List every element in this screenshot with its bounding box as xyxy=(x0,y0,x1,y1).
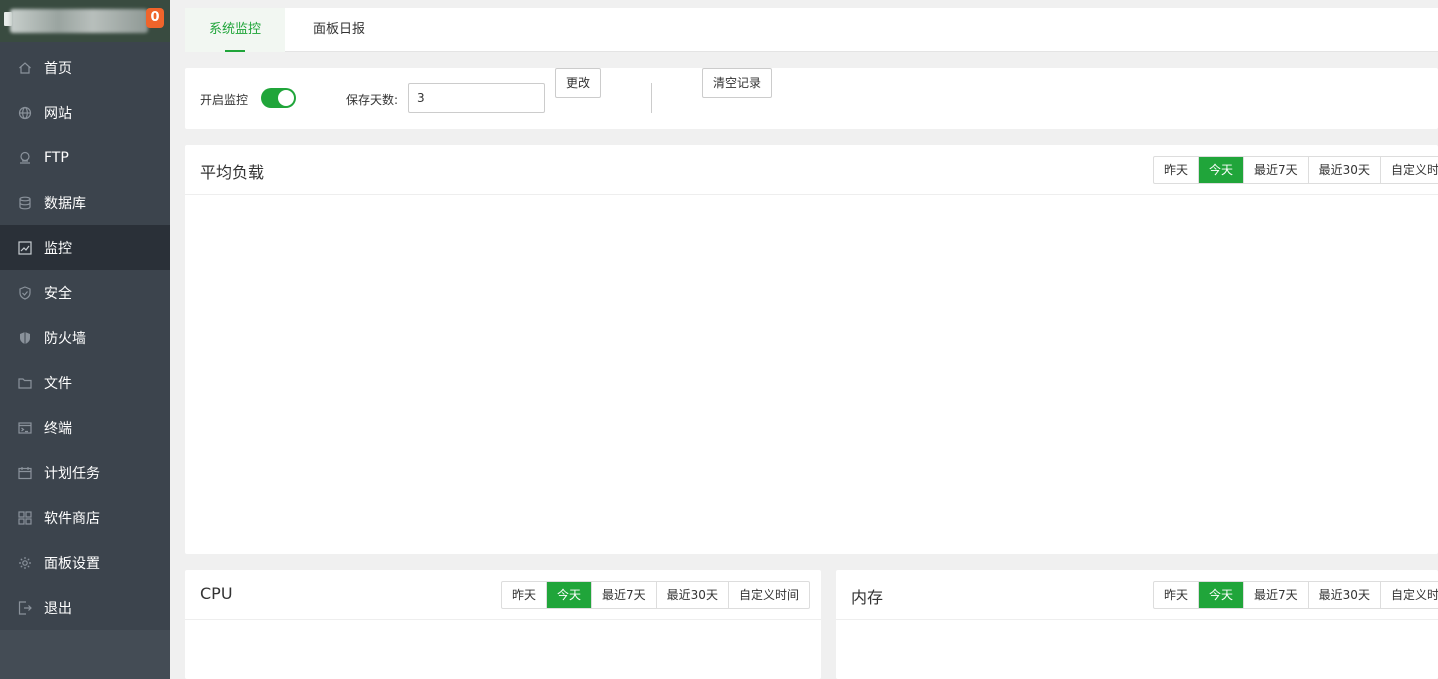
range-30days[interactable]: 最近30天 xyxy=(657,582,729,608)
range-30days[interactable]: 最近30天 xyxy=(1309,582,1381,608)
panel-title: 内存 xyxy=(851,588,884,607)
sidebar-item-monitor[interactable]: 监控 xyxy=(0,225,170,270)
sidebar-item-label: 退出 xyxy=(44,600,72,617)
range-custom[interactable]: 自定义时间 xyxy=(1381,157,1438,183)
range-yesterday[interactable]: 昨天 xyxy=(1154,582,1200,608)
time-range-selector: 昨天 今天 最近7天 最近30天 自定义时间 xyxy=(1153,156,1438,184)
memory-chart-area xyxy=(836,621,1438,679)
sidebar-item-files[interactable]: 文件 xyxy=(0,360,170,405)
monitor-icon xyxy=(18,240,32,255)
tab-daily-report[interactable]: 面板日报 xyxy=(313,8,365,52)
terminal-icon xyxy=(18,421,32,435)
cpu-panel: CPU 昨天 今天 最近7天 最近30天 自定义时间 xyxy=(185,570,821,679)
clear-records-button[interactable]: 清空记录 xyxy=(702,68,772,98)
panel-header: 内存 昨天 今天 最近7天 最近30天 自定义时间 xyxy=(836,570,1438,620)
sidebar-header: 0 xyxy=(0,0,170,42)
change-button[interactable]: 更改 xyxy=(555,68,601,98)
sidebar-item-ftp[interactable]: FTP xyxy=(0,135,170,180)
toggle-knob xyxy=(278,90,294,106)
panel-header: CPU 昨天 今天 最近7天 最近30天 自定义时间 xyxy=(185,570,821,620)
sidebar-item-label: 网站 xyxy=(44,105,72,122)
sidebar-item-store[interactable]: 软件商店 xyxy=(0,495,170,540)
tab-bar: 系统监控 面板日报 xyxy=(185,8,1438,52)
gear-icon xyxy=(18,556,32,570)
sidebar-item-firewall[interactable]: 防火墙 xyxy=(0,315,170,360)
sidebar-item-label: 首页 xyxy=(44,60,72,77)
range-yesterday[interactable]: 昨天 xyxy=(502,582,548,608)
sidebar-item-label: 软件商店 xyxy=(44,510,100,527)
load-chart-area xyxy=(185,196,1438,554)
apps-icon xyxy=(18,510,32,525)
sidebar-item-logout[interactable]: 退出 xyxy=(0,585,170,630)
load-average-panel: 平均负载 昨天 今天 最近7天 最近30天 自定义时间 xyxy=(185,145,1438,554)
server-address-blurred xyxy=(10,9,148,33)
sidebar-item-label: 终端 xyxy=(44,420,72,437)
retention-days-input[interactable] xyxy=(408,83,545,113)
sidebar: 0 首页 网站 FTP 数据库 监控 安全 防火墙 文件 终端 计划任务 软件商… xyxy=(0,0,170,679)
cpu-chart-area xyxy=(185,621,821,679)
time-range-selector: 昨天 今天 最近7天 最近30天 自定义时间 xyxy=(501,581,810,609)
sidebar-item-website[interactable]: 网站 xyxy=(0,90,170,135)
sidebar-item-label: 防火墙 xyxy=(44,330,86,347)
range-7days[interactable]: 最近7天 xyxy=(1244,157,1309,183)
notification-badge[interactable]: 0 xyxy=(146,8,164,28)
globe-icon xyxy=(18,106,32,120)
firewall-icon xyxy=(18,331,32,345)
folder-icon xyxy=(18,376,32,390)
sidebar-item-label: 数据库 xyxy=(44,195,86,212)
calendar-icon xyxy=(18,466,32,480)
sidebar-item-label: 安全 xyxy=(44,285,72,302)
monitor-settings-bar: 开启监控 保存天数: 更改 清空记录 xyxy=(185,68,1438,129)
sidebar-menu: 首页 网站 FTP 数据库 监控 安全 防火墙 文件 终端 计划任务 软件商店 … xyxy=(0,45,170,630)
sidebar-item-home[interactable]: 首页 xyxy=(0,45,170,90)
tab-system-monitor[interactable]: 系统监控 xyxy=(185,8,285,52)
sidebar-footer xyxy=(0,630,170,679)
range-30days[interactable]: 最近30天 xyxy=(1309,157,1381,183)
enable-monitor-label: 开启监控 xyxy=(200,93,249,107)
memory-panel: 内存 昨天 今天 最近7天 最近30天 自定义时间 xyxy=(836,570,1438,679)
sidebar-item-label: FTP xyxy=(44,149,69,166)
panel-title: CPU xyxy=(200,584,233,603)
enable-monitor-toggle[interactable] xyxy=(261,88,296,108)
sidebar-item-terminal[interactable]: 终端 xyxy=(0,405,170,450)
divider xyxy=(651,83,652,113)
sidebar-item-label: 计划任务 xyxy=(44,465,100,482)
sidebar-item-cron[interactable]: 计划任务 xyxy=(0,450,170,495)
sidebar-item-settings[interactable]: 面板设置 xyxy=(0,540,170,585)
sidebar-item-security[interactable]: 安全 xyxy=(0,270,170,315)
range-yesterday[interactable]: 昨天 xyxy=(1154,157,1200,183)
time-range-selector: 昨天 今天 最近7天 最近30天 自定义时间 xyxy=(1153,581,1438,609)
panel-header: 平均负载 昨天 今天 最近7天 最近30天 自定义时间 xyxy=(185,145,1438,195)
sidebar-item-label: 面板设置 xyxy=(44,555,100,572)
range-custom[interactable]: 自定义时间 xyxy=(1381,582,1438,608)
shield-icon xyxy=(18,285,32,300)
retention-days-label: 保存天数: xyxy=(346,93,399,107)
range-custom[interactable]: 自定义时间 xyxy=(729,582,809,608)
panel-title: 平均负载 xyxy=(200,163,265,182)
sidebar-item-label: 监控 xyxy=(44,240,72,257)
ftp-icon xyxy=(18,151,32,165)
range-7days[interactable]: 最近7天 xyxy=(1244,582,1309,608)
range-today[interactable]: 今天 xyxy=(1199,157,1245,183)
range-7days[interactable]: 最近7天 xyxy=(592,582,657,608)
home-icon xyxy=(18,61,32,75)
logout-icon xyxy=(18,600,32,615)
database-icon xyxy=(18,196,32,210)
sidebar-item-label: 文件 xyxy=(44,375,72,392)
range-today[interactable]: 今天 xyxy=(1199,582,1245,608)
sidebar-item-database[interactable]: 数据库 xyxy=(0,180,170,225)
range-today[interactable]: 今天 xyxy=(547,582,593,608)
